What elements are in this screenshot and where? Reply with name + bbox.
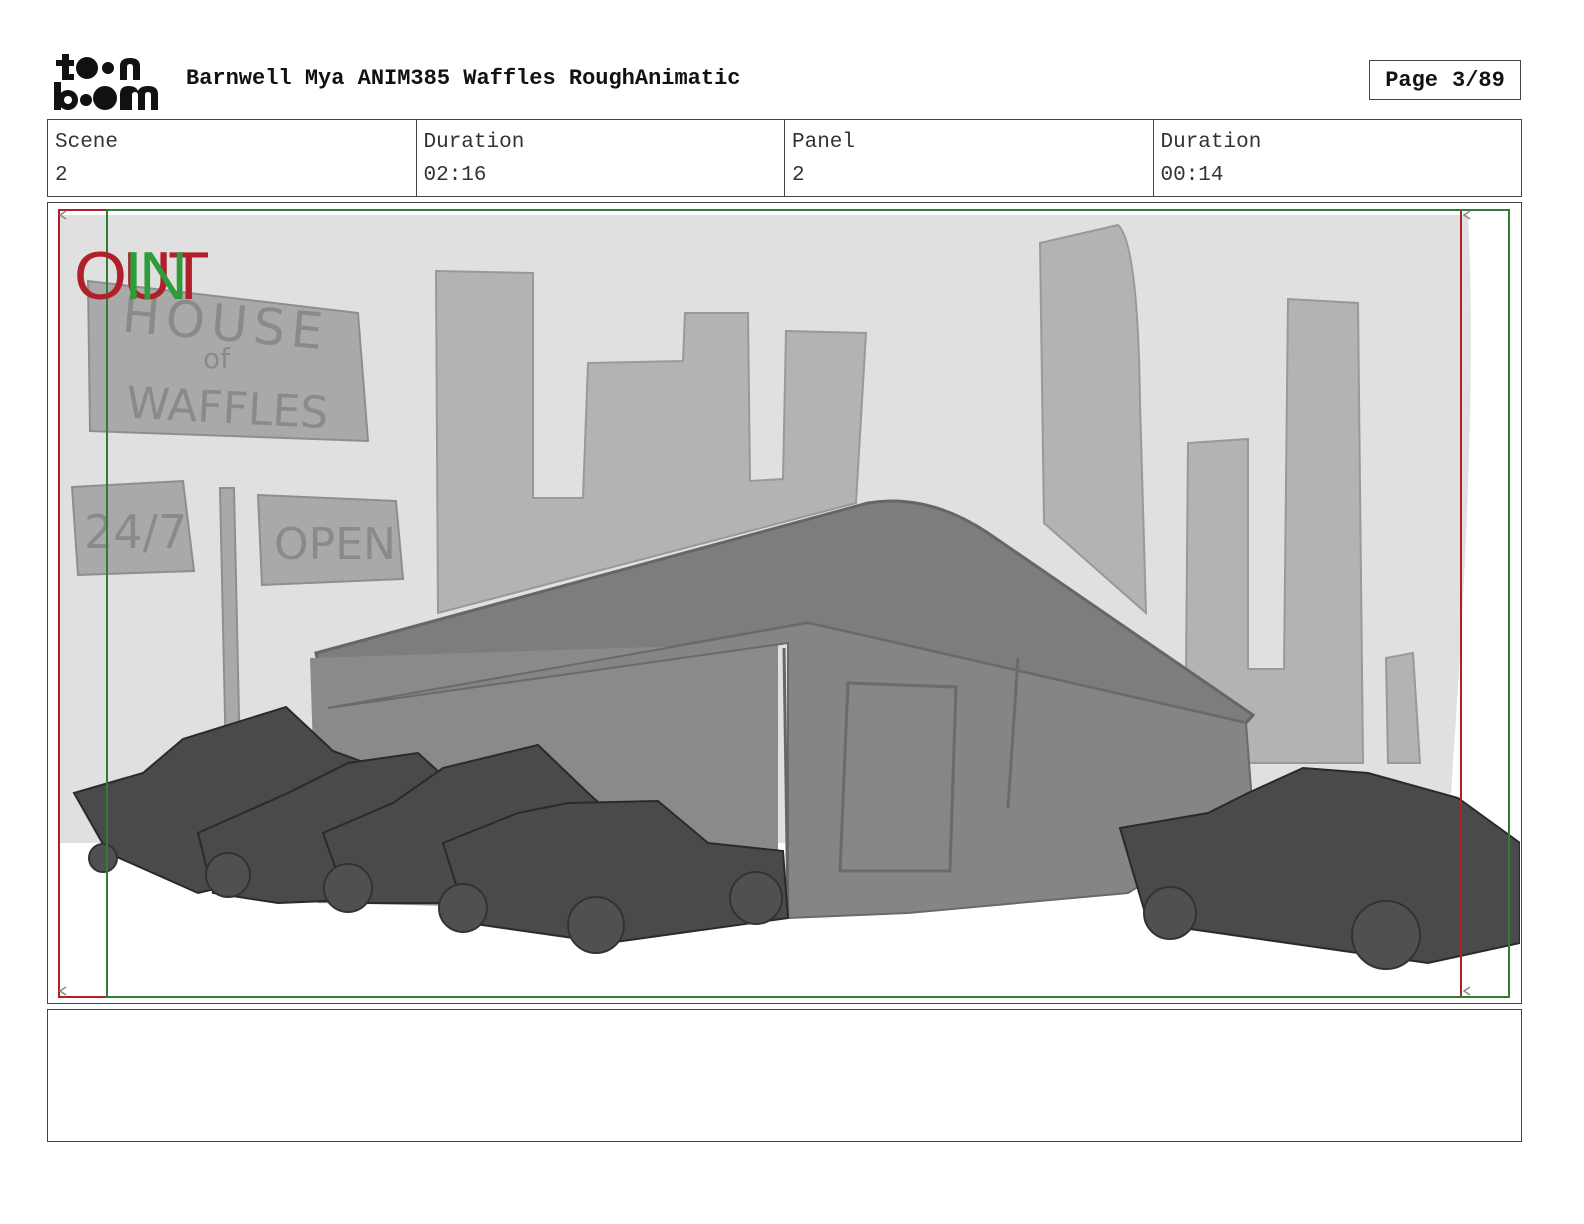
panel-cell: Panel 2 <box>785 120 1154 196</box>
page-label: Page <box>1385 67 1438 93</box>
panel-notes-box[interactable] <box>47 1009 1522 1142</box>
document-title: Barnwell Mya ANIM385 Waffles RoughAnimat… <box>186 66 741 91</box>
panel-duration-value: 00:14 <box>1160 164 1224 187</box>
scene-cell: Scene 2 <box>48 120 417 196</box>
scene-duration-label: Duration <box>423 131 525 154</box>
diner-door <box>838 681 958 873</box>
panel-label: Panel <box>792 131 856 154</box>
storyboard-panel: HOUSE of WAFFLES 24/7 OPEN OUT IN <box>47 202 1522 1004</box>
panel-value: 2 <box>792 164 805 187</box>
panel-duration-cell: Duration 00:14 <box>1154 120 1522 196</box>
sign-hours-text: 24/7 <box>84 505 187 559</box>
scene-duration-value: 02:16 <box>423 164 487 187</box>
sign-waffles-text: WAFFLES <box>125 378 329 440</box>
sign-of-text: of <box>203 342 231 375</box>
scene-value: 2 <box>55 164 68 187</box>
scene-duration-cell: Duration 02:16 <box>417 120 785 196</box>
page-indicator: Page 3/89 <box>1369 60 1521 100</box>
panel-duration-label: Duration <box>1160 131 1262 154</box>
panel-drawing: HOUSE of WAFFLES 24/7 OPEN OUT IN <box>58 209 1520 998</box>
sign-open-text: OPEN <box>274 519 396 570</box>
building-4 <box>1384 651 1422 764</box>
scene-label: Scene <box>55 131 119 154</box>
toon-boom-logo <box>54 54 158 110</box>
page-number: 3/89 <box>1452 67 1505 93</box>
scene-info-table: Scene 2 Duration 02:16 Panel 2 Duration … <box>47 119 1522 197</box>
panel-notes-text <box>48 1010 1521 1026</box>
in-marker-label: IN <box>124 238 184 314</box>
